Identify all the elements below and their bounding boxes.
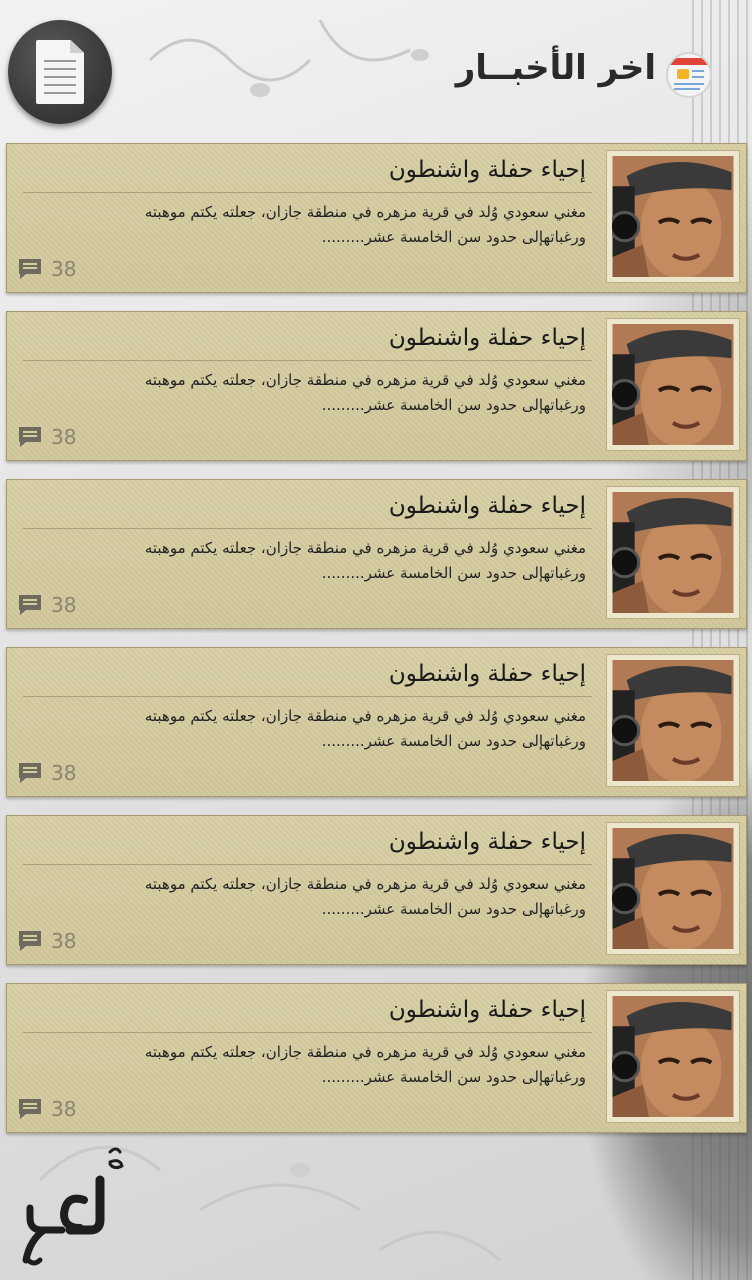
comments-counter[interactable]: 38 xyxy=(17,760,76,786)
news-title: إحياء حفلة واشنطون xyxy=(388,325,586,351)
news-title: إحياء حفلة واشنطون xyxy=(388,157,586,183)
news-description: مغني سعودي وُلد في قرية مزهره في منطقة ج… xyxy=(46,368,586,418)
news-description: مغني سعودي وُلد في قرية مزهره في منطقة ج… xyxy=(46,1040,586,1090)
divider xyxy=(23,360,592,361)
news-description: مغني سعودي وُلد في قرية مزهره في منطقة ج… xyxy=(46,536,586,586)
comment-icon xyxy=(19,763,41,783)
comment-count: 38 xyxy=(51,929,77,953)
comment-icon xyxy=(19,931,41,951)
news-card[interactable]: إحياء حفلة واشنطون مغني سعودي وُلد في قر… xyxy=(6,647,747,797)
comments-counter[interactable]: 38 xyxy=(17,928,76,954)
description-line: مغني سعودي وُلد في قرية مزهره في منطقة ج… xyxy=(144,371,586,389)
comment-count: 38 xyxy=(51,257,77,281)
news-description: مغني سعودي وُلد في قرية مزهره في منطقة ج… xyxy=(46,704,586,754)
description-line: ورغباتهإلى حدود سن الخامسة عشر......... xyxy=(321,900,586,918)
news-title: إحياء حفلة واشنطون xyxy=(388,829,586,855)
news-title: إحياء حفلة واشنطون xyxy=(388,661,586,687)
divider xyxy=(23,696,592,697)
description-line: مغني سعودي وُلد في قرية مزهره في منطقة ج… xyxy=(144,875,586,893)
divider xyxy=(23,528,592,529)
comment-count: 38 xyxy=(51,593,77,617)
news-thumbnail[interactable] xyxy=(606,318,740,451)
description-line: ورغباتهإلى حدود سن الخامسة عشر......... xyxy=(321,732,586,750)
news-thumbnail[interactable] xyxy=(606,990,740,1123)
document-icon xyxy=(36,40,84,104)
news-card[interactable]: إحياء حفلة واشنطون مغني سعودي وُلد في قر… xyxy=(6,143,747,293)
news-thumbnail[interactable] xyxy=(606,822,740,955)
news-description: مغني سعودي وُلد في قرية مزهره في منطقة ج… xyxy=(46,872,586,922)
news-card[interactable]: إحياء حفلة واشنطون مغني سعودي وُلد في قر… xyxy=(6,479,747,629)
comments-counter[interactable]: 38 xyxy=(17,1096,76,1122)
app-header: اخر الأخبــار xyxy=(0,0,752,140)
page-title: اخر الأخبــار xyxy=(455,48,656,88)
news-thumbnail[interactable] xyxy=(606,486,740,619)
comment-icon xyxy=(19,1099,41,1119)
divider xyxy=(23,864,592,865)
description-line: مغني سعودي وُلد في قرية مزهره في منطقة ج… xyxy=(144,707,586,725)
description-line: ورغباتهإلى حدود سن الخامسة عشر......... xyxy=(321,564,586,582)
divider xyxy=(23,192,592,193)
news-description: مغني سعودي وُلد في قرية مزهره في منطقة ج… xyxy=(46,200,586,250)
comment-icon xyxy=(19,259,41,279)
news-card[interactable]: إحياء حفلة واشنطون مغني سعودي وُلد في قر… xyxy=(6,311,747,461)
comment-count: 38 xyxy=(51,1097,77,1121)
comment-count: 38 xyxy=(51,761,77,785)
news-card[interactable]: إحياء حفلة واشنطون مغني سعودي وُلد في قر… xyxy=(6,983,747,1133)
news-list: إحياء حفلة واشنطون مغني سعودي وُلد في قر… xyxy=(6,143,747,1151)
comments-counter[interactable]: 38 xyxy=(17,256,76,282)
comment-icon xyxy=(19,427,41,447)
description-line: ورغباتهإلى حدود سن الخامسة عشر......... xyxy=(321,1068,586,1086)
news-thumbnail[interactable] xyxy=(606,654,740,787)
comment-count: 38 xyxy=(51,425,77,449)
description-line: مغني سعودي وُلد في قرية مزهره في منطقة ج… xyxy=(144,203,586,221)
news-thumbnail[interactable] xyxy=(606,150,740,283)
hakami-logo xyxy=(22,1147,124,1266)
description-line: ورغباتهإلى حدود سن الخامسة عشر......... xyxy=(321,396,586,414)
comments-counter[interactable]: 38 xyxy=(17,424,76,450)
news-card[interactable]: إحياء حفلة واشنطون مغني سعودي وُلد في قر… xyxy=(6,815,747,965)
news-title: إحياء حفلة واشنطون xyxy=(388,493,586,519)
description-line: مغني سعودي وُلد في قرية مزهره في منطقة ج… xyxy=(144,539,586,557)
description-line: ورغباتهإلى حدود سن الخامسة عشر......... xyxy=(321,228,586,246)
comments-counter[interactable]: 38 xyxy=(17,592,76,618)
description-line: مغني سعودي وُلد في قرية مزهره في منطقة ج… xyxy=(144,1043,586,1061)
news-title: إحياء حفلة واشنطون xyxy=(388,997,586,1023)
comment-icon xyxy=(19,595,41,615)
menu-button[interactable] xyxy=(8,20,112,124)
news-icon xyxy=(666,52,712,98)
divider xyxy=(23,1032,592,1033)
